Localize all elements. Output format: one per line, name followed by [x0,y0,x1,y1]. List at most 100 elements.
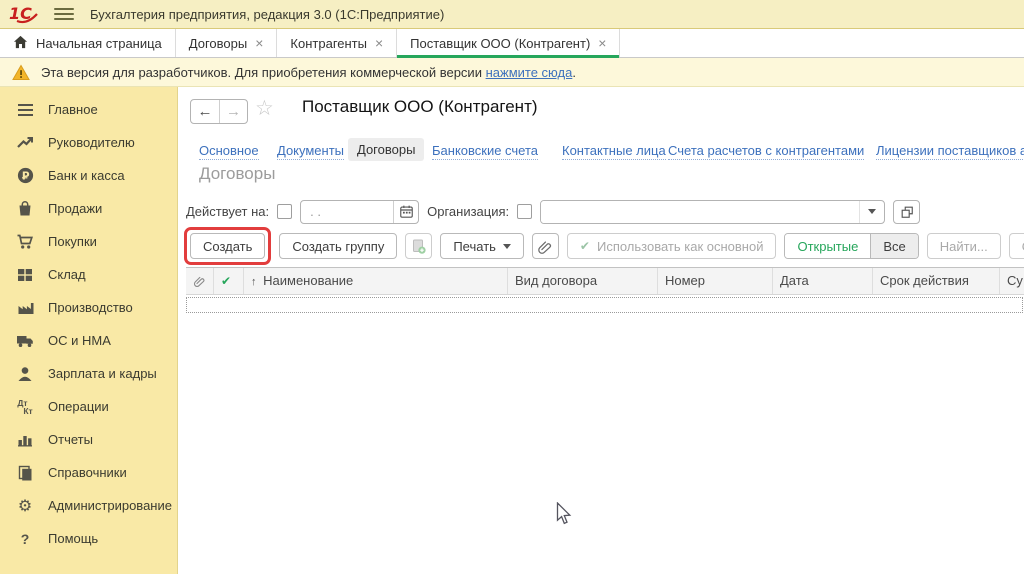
sidebar-item-fixed-assets[interactable]: ОС и НМА [0,324,177,357]
tab-label: Поставщик ООО (Контрагент) [410,36,590,51]
titlebar: 1С Бухгалтерия предприятия, редакция 3.0… [0,0,1024,29]
toggle-all[interactable]: Все [870,234,917,258]
ruble-coin-icon: Р [15,167,35,184]
organization-label: Организация: [427,204,509,219]
sidebar-item-label: Продажи [48,201,102,216]
sidebar-item-label: Зарплата и кадры [48,366,157,381]
sort-asc-icon: ↑ [251,276,257,288]
nav-link-dogovory-active[interactable]: Договоры [348,138,424,161]
column-header-date[interactable]: Дата [773,268,873,294]
debit-credit-icon: Дт Кт [15,399,35,415]
close-icon[interactable]: × [375,36,383,50]
sidebar-item-catalogs[interactable]: Справочники [0,456,177,489]
home-icon [13,35,28,52]
sidebar-item-warehouse[interactable]: Склад [0,258,177,291]
use-as-main-button[interactable]: ✔ Использовать как основной [567,233,777,259]
bar-chart-icon [15,432,35,447]
copy-button[interactable] [405,233,432,259]
annotation-highlight: Создать [184,227,271,265]
menu-icon [15,103,35,117]
organization-checkbox[interactable] [517,204,532,219]
main-menu-icon[interactable] [54,8,74,20]
date-input[interactable]: . . [301,201,393,223]
sidebar-item-label: Помощь [48,531,98,546]
favorite-star-icon[interactable]: ☆ [255,96,274,121]
tab-home[interactable]: Начальная страница [0,29,176,57]
content-area: ← → ☆ Поставщик ООО (Контрагент) Основно… [178,87,1024,574]
toggle-open[interactable]: Открытые [785,234,870,258]
nav-link-bank-accounts[interactable]: Банковские счета [432,143,538,160]
help-icon: ? [15,531,35,547]
books-icon [15,465,35,481]
sidebar-item-manager[interactable]: Руководителю [0,126,177,159]
nav-link-contact-persons[interactable]: Контактные лица [562,143,666,160]
sidebar-item-label: Администрирование [48,498,172,513]
nav-link-settlement-accounts[interactable]: Счета расчетов с контрагентами [668,143,864,160]
sidebar-item-reports[interactable]: Отчеты [0,423,177,456]
nav-link-supplier-licenses[interactable]: Лицензии поставщиков ал [876,143,1024,160]
check-icon: ✔ [221,274,231,288]
tab-label: Контрагенты [290,36,367,51]
main-flag-column-header[interactable]: ✔ [214,268,244,294]
entity-nav-links: Основное Документы Договоры Банковские с… [178,138,1024,166]
filter-row: Действует на: . . Организация: [186,199,920,224]
sidebar-item-label: Руководителю [48,135,135,150]
calendar-icon[interactable] [393,201,418,223]
close-icon[interactable]: × [598,36,606,50]
acts-on-checkbox[interactable] [277,204,292,219]
history-nav: ← → [190,99,248,124]
buy-commercial-link[interactable]: нажмите сюда [486,65,573,80]
create-group-button[interactable]: Создать группу [279,233,397,259]
tab-dogovory[interactable]: Договоры × [176,29,278,57]
tab-label: Договоры [189,36,247,51]
grid-icon [15,268,35,282]
organization-input[interactable] [541,201,859,223]
choose-from-list-icon[interactable] [893,200,920,224]
tab-bar: Начальная страница Договоры × Контрагент… [0,29,1024,58]
factory-icon [15,300,35,315]
nav-link-dokumenty[interactable]: Документы [277,143,344,160]
sidebar-item-operations[interactable]: Дт Кт Операции [0,390,177,423]
sidebar-item-main[interactable]: Главное [0,93,177,126]
nav-link-osnovnoe[interactable]: Основное [199,143,259,160]
cancel-search-button[interactable]: Отмени [1009,233,1024,259]
sidebar-item-label: Отчеты [48,432,93,447]
list-toolbar: Создать Создать группу Печать ✔ Использо… [184,227,1024,265]
sidebar-item-label: Операции [48,399,109,414]
column-header-amount[interactable]: Су [1000,268,1024,294]
attachment-column-header[interactable] [186,268,214,294]
app-title: Бухгалтерия предприятия, редакция 3.0 (1… [90,7,444,22]
page-title: Поставщик ООО (Контрагент) [302,97,538,117]
sidebar-item-label: ОС и НМА [48,333,111,348]
person-icon [15,366,35,382]
column-header-contract-type[interactable]: Вид договора [508,268,658,294]
forward-button[interactable]: → [219,100,247,123]
shopping-cart-icon [15,233,35,250]
sidebar-item-bank-cash[interactable]: Р Банк и касса [0,159,177,192]
column-header-number[interactable]: Номер [658,268,773,294]
sidebar-item-purchases[interactable]: Покупки [0,225,177,258]
organization-combo [540,200,885,224]
shopping-bag-icon [15,200,35,217]
chevron-down-icon[interactable] [859,201,884,223]
column-header-name[interactable]: ↑ Наименование [244,268,508,294]
tab-kontragenty[interactable]: Контрагенты × [277,29,397,57]
find-button[interactable]: Найти... [927,233,1001,259]
sidebar-item-salary-hr[interactable]: Зарплата и кадры [0,357,177,390]
empty-list-selection-row [186,297,1023,313]
tab-postavshchik-kontragent[interactable]: Поставщик ООО (Контрагент) × [397,29,620,57]
1c-logo-icon: 1С [8,3,40,25]
attachments-button[interactable] [532,233,559,259]
create-button[interactable]: Создать [190,233,265,259]
sidebar-item-administration[interactable]: ⚙ Администрирование [0,489,177,522]
sidebar-item-help[interactable]: ? Помощь [0,522,177,555]
sidebar-item-production[interactable]: Производство [0,291,177,324]
print-button[interactable]: Печать [440,233,524,259]
column-header-validity[interactable]: Срок действия [873,268,1000,294]
section-title: Договоры [199,164,275,184]
sidebar-item-label: Покупки [48,234,97,249]
back-button[interactable]: ← [191,100,219,123]
trend-icon [15,135,35,151]
close-icon[interactable]: × [255,36,263,50]
sidebar-item-sales[interactable]: Продажи [0,192,177,225]
